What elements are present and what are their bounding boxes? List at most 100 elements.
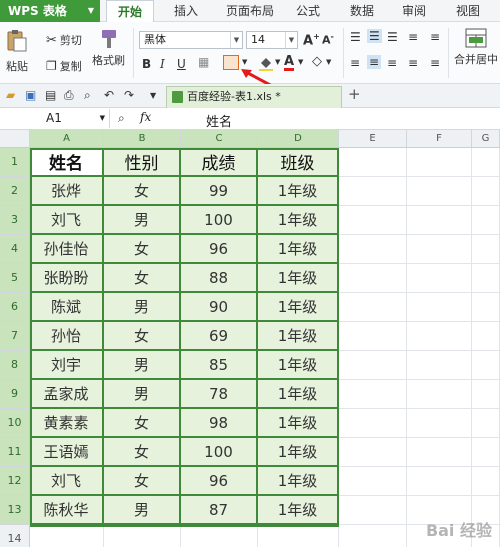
table-cell[interactable]: 1年级 — [258, 467, 339, 496]
table-cell[interactable]: 69 — [181, 322, 258, 351]
underline-icon[interactable]: U — [177, 58, 186, 70]
chevron-down-icon[interactable]: ▼ — [275, 59, 280, 66]
table-cell[interactable]: 1年级 — [258, 206, 339, 235]
table-cell[interactable]: 1年级 — [258, 409, 339, 438]
table-cell[interactable]: 陈斌 — [30, 293, 104, 322]
tab-data[interactable]: 数据 — [342, 0, 382, 22]
font-color-icon[interactable]: A — [284, 55, 295, 71]
table-cell[interactable]: 1年级 — [258, 293, 339, 322]
row-header-1[interactable]: 1 — [0, 148, 30, 177]
row-header-3[interactable]: 3 — [0, 206, 30, 235]
table-cell[interactable]: 100 — [181, 206, 258, 235]
chevron-down-icon[interactable]: ▼ — [298, 59, 303, 66]
cut-button[interactable]: ✂ 剪切 — [46, 32, 82, 48]
align-bottom-icon[interactable]: ☰ — [387, 31, 398, 43]
orientation-icon[interactable]: ≡ — [408, 31, 418, 43]
border-icon[interactable]: ▦ — [198, 56, 209, 68]
bold-icon[interactable]: B — [142, 58, 151, 70]
table-cell[interactable]: 孟家成 — [30, 380, 104, 409]
table-cell[interactable]: 88 — [181, 264, 258, 293]
wrap-text-icon[interactable]: ≡ — [430, 31, 440, 43]
row-header-14[interactable]: 14 — [0, 525, 30, 547]
table-cell[interactable]: 女 — [104, 467, 181, 496]
function-icon[interactable]: fx — [140, 110, 151, 124]
row-header-12[interactable]: 12 — [0, 467, 30, 496]
table-cell[interactable]: 1年级 — [258, 235, 339, 264]
table-cell[interactable]: 1年级 — [258, 322, 339, 351]
print-icon[interactable]: ⎙ — [64, 89, 74, 101]
table-cell[interactable]: 黄素素 — [30, 409, 104, 438]
row-header-10[interactable]: 10 — [0, 409, 30, 438]
new-tab-icon[interactable]: + — [348, 87, 361, 102]
table-cell[interactable]: 男 — [104, 380, 181, 409]
print-preview-icon[interactable]: ▤ — [45, 89, 56, 101]
table-cell[interactable]: 96 — [181, 467, 258, 496]
column-header-a[interactable]: A — [30, 130, 104, 148]
table-cell[interactable]: 男 — [104, 206, 181, 235]
undo-icon[interactable]: ↶ — [104, 89, 114, 101]
tab-formulas[interactable]: 公式 — [288, 0, 328, 22]
table-cell[interactable]: 78 — [181, 380, 258, 409]
merge-center-button[interactable]: 合并居中 — [454, 28, 498, 67]
table-cell[interactable]: 女 — [104, 235, 181, 264]
table-cell[interactable]: 女 — [104, 322, 181, 351]
table-cell[interactable]: 1年级 — [258, 380, 339, 409]
tab-insert[interactable]: 插入 — [164, 0, 208, 22]
table-cell[interactable]: 刘飞 — [30, 467, 104, 496]
column-header-e[interactable]: E — [339, 130, 407, 148]
open-folder-icon[interactable]: ▰ — [6, 89, 15, 101]
row-header-5[interactable]: 5 — [0, 264, 30, 293]
chevron-down-icon[interactable]: ▼ — [326, 59, 331, 66]
row-header-2[interactable]: 2 — [0, 177, 30, 206]
align-right-icon[interactable]: ≡ — [387, 57, 397, 69]
align-top-icon[interactable]: ☰ — [350, 31, 361, 43]
preview-icon[interactable]: ⌕ — [84, 89, 91, 101]
copy-button[interactable]: ❐ 复制 — [46, 58, 82, 74]
table-cell[interactable]: 1年级 — [258, 177, 339, 206]
table-cell[interactable]: 女 — [104, 264, 181, 293]
table-cell[interactable]: 1年级 — [258, 264, 339, 293]
grow-font-icon[interactable]: A+ — [303, 33, 320, 48]
table-cell[interactable]: 男 — [104, 293, 181, 322]
column-header-d[interactable]: D — [258, 130, 339, 148]
save-icon[interactable]: ▣ — [25, 89, 36, 101]
table-cell[interactable]: 刘飞 — [30, 206, 104, 235]
row-header-9[interactable]: 9 — [0, 380, 30, 409]
row-header-6[interactable]: 6 — [0, 293, 30, 322]
column-header-g[interactable]: G — [472, 130, 500, 148]
tab-review[interactable]: 审阅 — [394, 0, 434, 22]
column-header-c[interactable]: C — [181, 130, 258, 148]
table-cell[interactable]: 陈秋华 — [30, 496, 104, 525]
table-cell[interactable]: 100 — [181, 438, 258, 467]
table-header-cell[interactable]: 班级 — [258, 148, 339, 177]
row-header-8[interactable]: 8 — [0, 351, 30, 380]
table-cell[interactable]: 87 — [181, 496, 258, 525]
table-cell[interactable]: 女 — [104, 438, 181, 467]
table-header-cell[interactable]: 姓名 — [30, 148, 104, 177]
table-cell[interactable]: 女 — [104, 409, 181, 438]
table-cell[interactable]: 王语嫣 — [30, 438, 104, 467]
table-cell[interactable]: 男 — [104, 496, 181, 525]
table-cell[interactable]: 张盼盼 — [30, 264, 104, 293]
table-cell[interactable]: 孙佳怡 — [30, 235, 104, 264]
format-painter-button[interactable]: 格式刷 — [92, 28, 125, 68]
table-cell[interactable]: 1年级 — [258, 438, 339, 467]
tab-home[interactable]: 开始 — [106, 0, 154, 23]
row-header-4[interactable]: 4 — [0, 235, 30, 264]
tab-page-layout[interactable]: 页面布局 — [218, 0, 282, 22]
table-cell[interactable]: 1年级 — [258, 496, 339, 525]
paste-button[interactable] — [6, 28, 28, 52]
font-name-select[interactable]: 黑体 ▼ — [139, 31, 243, 49]
tab-view[interactable]: 视图 — [448, 0, 488, 22]
document-tab[interactable]: 百度经验-表1.xls * — [166, 86, 342, 108]
chevron-down-icon[interactable]: ▼ — [150, 92, 156, 100]
table-cell[interactable]: 99 — [181, 177, 258, 206]
fill-color-icon[interactable] — [259, 55, 273, 73]
table-cell[interactable]: 男 — [104, 351, 181, 380]
formula-input[interactable]: 姓名 — [206, 111, 232, 130]
redo-icon[interactable]: ↷ — [124, 89, 134, 101]
chevron-down-icon[interactable]: ▼ — [242, 59, 247, 66]
table-cell[interactable]: 刘宇 — [30, 351, 104, 380]
clear-format-icon[interactable]: ◇ — [312, 55, 322, 68]
table-cell[interactable]: 98 — [181, 409, 258, 438]
